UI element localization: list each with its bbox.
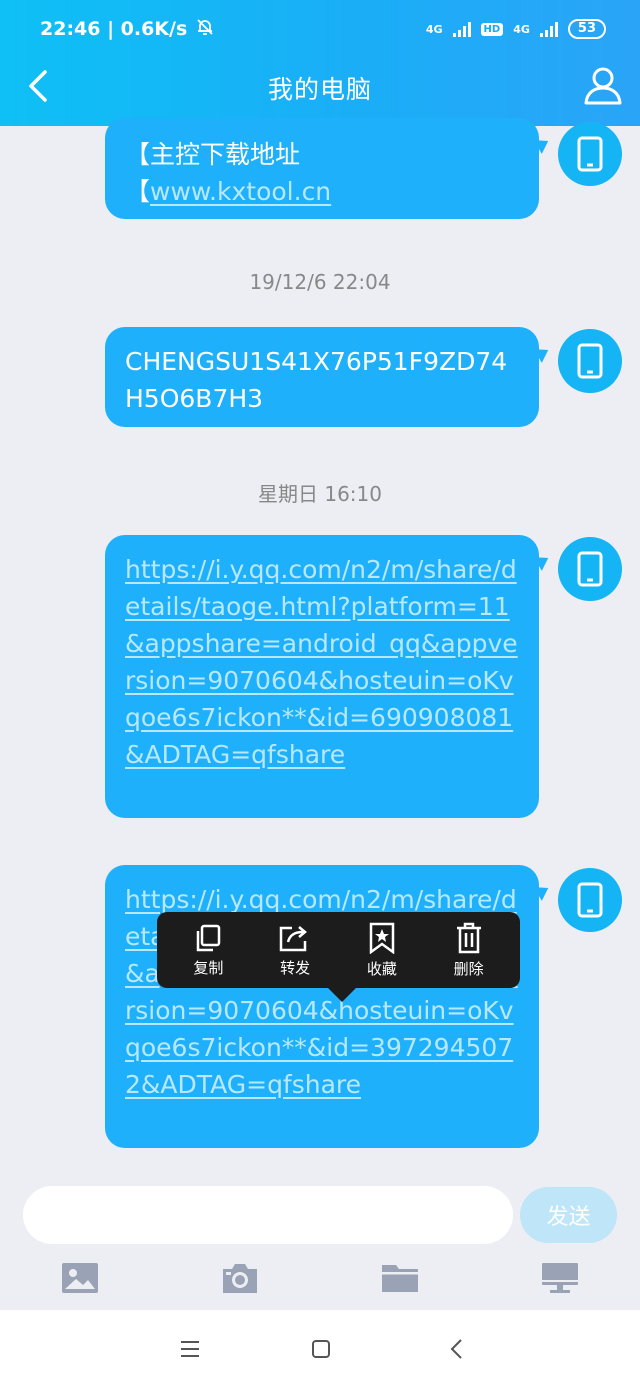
network-type-1: 4G [425,22,443,36]
hd-badge: HD [480,22,504,36]
device-avatar[interactable] [558,329,622,393]
copy-label: 复制 [193,958,224,977]
camera-button[interactable] [219,1258,261,1298]
signal-icon-2 [539,21,558,37]
status-time: 22:46 | 0.6K/s [40,18,188,40]
attachment-toolbar [0,1252,640,1308]
timestamp: 星期日 16:10 [258,482,382,506]
phone-icon [577,343,603,379]
folder-button[interactable] [379,1258,421,1298]
message-input[interactable] [23,1186,513,1244]
message-bubble[interactable]: CHENGSU1S41X76P51F9ZD74H5O6B7H3 [105,327,539,427]
menu-nav-button[interactable] [175,1334,205,1364]
timestamp: 19/12/6 22:04 [249,270,391,294]
send-button[interactable]: 发送 [520,1187,617,1243]
copy-button[interactable]: 复制 [173,923,243,978]
forward-button[interactable]: 转发 [260,923,330,978]
favorite-label: 收藏 [366,959,397,978]
system-navigation-bar [0,1310,640,1386]
home-nav-button[interactable] [306,1334,336,1364]
computer-icon [542,1263,578,1293]
menu-icon [181,1341,199,1357]
camera-icon [223,1264,257,1293]
trash-icon [456,922,481,953]
signal-icon [452,21,471,37]
status-bar: 22:46 | 0.6K/s 4G HD 4G 53 [0,0,640,58]
message-link[interactable]: www.kxtool.cn [150,177,331,206]
message-bubble[interactable]: https://i.y.qq.com/n2/m/share/details/ta… [105,535,539,818]
forward-label: 转发 [280,958,311,977]
message-text: 【主控下载地址 [125,140,301,169]
profile-button[interactable] [580,62,626,108]
device-avatar[interactable] [558,537,622,601]
network-type-2: 4G [513,22,530,36]
page-title: 我的电脑 [267,75,372,104]
device-avatar[interactable] [558,122,622,186]
image-button[interactable] [59,1258,101,1298]
message-context-menu: 复制 转发 收藏 删除 [157,912,520,1002]
folder-icon [382,1265,418,1292]
user-icon [584,67,622,105]
favorite-button[interactable]: 收藏 [347,922,417,979]
message-text-prefix: 【 [125,177,151,206]
computer-button[interactable] [539,1258,581,1298]
home-square-icon [312,1340,330,1358]
bell-muted-icon [195,17,215,42]
message-link[interactable]: https://i.y.qq.com/n2/m/share/details/ta… [125,555,518,769]
phone-icon [577,136,603,172]
title-bar: 我的电脑 [0,58,640,126]
delete-button[interactable]: 删除 [434,922,504,979]
chevron-left-icon [450,1339,462,1359]
phone-icon [577,551,603,587]
phone-icon [577,882,603,918]
device-avatar[interactable] [558,868,622,932]
copy-icon [197,924,221,951]
bookmark-star-icon [369,922,395,954]
share-icon [279,925,308,951]
header: 22:46 | 0.6K/s 4G HD 4G 53 我的电脑 [0,0,640,126]
message-bubble[interactable]: 【主控下载地址 【www.kxtool.cn [105,118,539,219]
battery-indicator: 53 [567,19,606,39]
image-icon [62,1263,98,1293]
back-nav-button[interactable] [441,1334,471,1364]
message-text: CHENGSU1S41X76P51F9ZD74H5O6B7H3 [125,347,508,413]
message-bubble[interactable]: https://i.y.qq.com/n2/m/share/details/ta… [105,865,539,1148]
delete-label: 删除 [453,959,484,978]
